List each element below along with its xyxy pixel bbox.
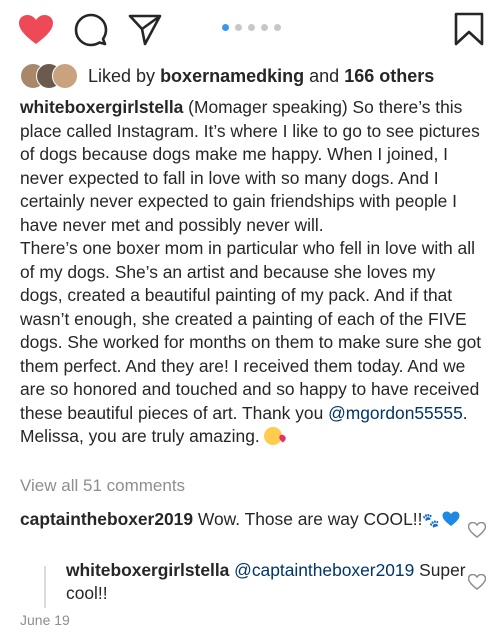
comment-text: Wow. Those are way COOL!! [197,509,423,529]
blue-heart-icon [442,511,460,526]
heart-outline-icon[interactable] [468,522,486,538]
carousel-dots [222,24,281,31]
likes-text: Liked by boxernamedking and 166 others [88,66,434,87]
caption-paragraph-1: (Momager speaking) So there’s this place… [20,97,480,235]
likes-others[interactable]: 166 others [344,66,434,86]
share-icon[interactable] [128,13,162,47]
comment: captaintheboxer2019 Wow. Those are way C… [20,508,460,532]
caption-username[interactable]: whiteboxergirlstella [20,97,183,117]
reply-comment: whiteboxergirlstella @captaintheboxer201… [66,559,466,605]
comment-username[interactable]: captaintheboxer2019 [20,509,193,529]
action-bar [0,0,500,58]
post-caption: whiteboxergirlstella (Momager speaking) … [20,96,482,449]
likes-prefix: Liked by [88,65,156,86]
carousel-dot [235,24,242,31]
post-date: June 19 [20,612,70,628]
carousel-dot-active [222,24,229,31]
likes-conjunction: and [309,65,340,86]
carousel-dot [248,24,255,31]
bookmark-icon[interactable] [454,12,484,46]
kissing-face-emoji [263,427,282,445]
avatar[interactable] [52,63,78,89]
caption-paragraph-2: There’s one boxer mom in particular who … [20,238,482,423]
liker-avatars [20,63,80,89]
heart-filled-icon[interactable] [18,14,54,46]
reply-username[interactable]: whiteboxergirlstella [66,560,229,580]
carousel-dot [261,24,268,31]
caption-mention[interactable]: @mgordon55555 [328,403,463,423]
liker-username[interactable]: boxernamedking [160,66,304,86]
heart-outline-icon[interactable] [468,574,486,590]
view-all-comments[interactable]: View all 51 comments [20,476,185,496]
likes-row: Liked by boxernamedking and 166 others [20,62,434,90]
reply-indent-line [44,566,46,608]
carousel-dot [274,24,281,31]
reply-mention[interactable]: @captaintheboxer2019 [234,560,414,580]
paw-icon: 🐾 [422,512,440,528]
comment-icon[interactable] [74,13,108,47]
